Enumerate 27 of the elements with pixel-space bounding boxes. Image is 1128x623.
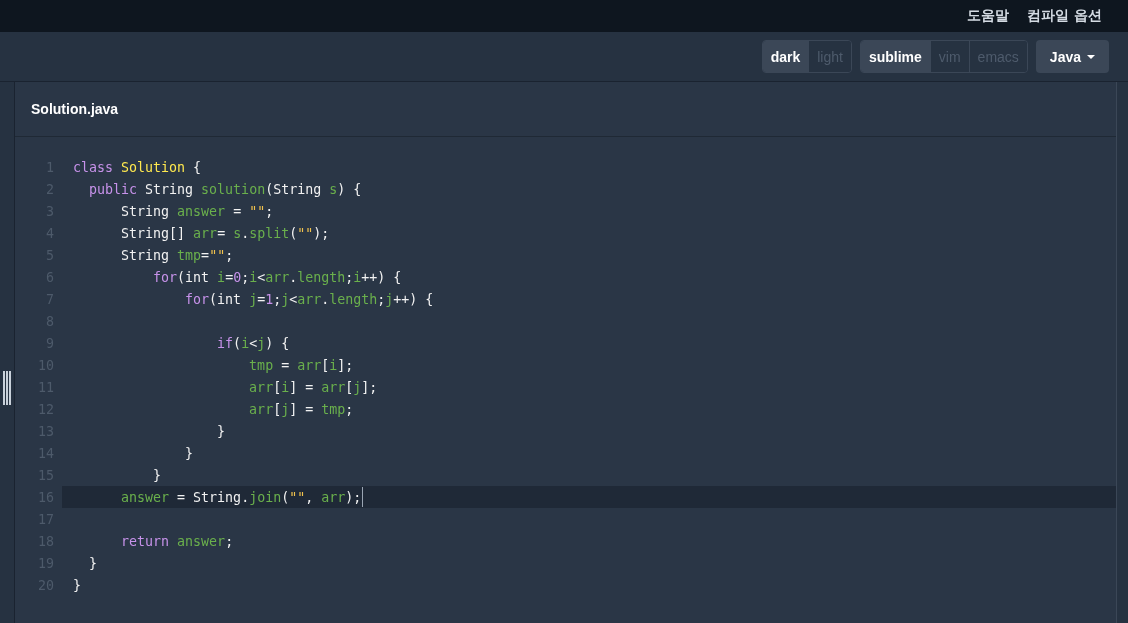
code-line: String answer = ""; — [120, 203, 274, 219]
caret-icon — [1087, 54, 1095, 59]
file-tab[interactable]: Solution.java — [31, 101, 119, 117]
code-line: String[] arr= s.split(""); — [120, 225, 330, 241]
code-line: arr[i] = arr[j]; — [248, 379, 378, 395]
toggle-button[interactable]: sublime — [860, 41, 930, 72]
code-line: String tmp=""; — [120, 247, 234, 263]
code-line: } — [73, 577, 81, 593]
nav-link[interactable]: 도움말 — [967, 7, 1010, 25]
toggle-button[interactable]: dark — [762, 41, 809, 72]
code-line: } — [88, 555, 98, 571]
code-line: answer = String.join("", arr); — [120, 489, 362, 505]
code-line: } — [216, 423, 226, 439]
code-line: } — [152, 467, 162, 483]
text-cursor — [362, 487, 364, 507]
code-line: for(int j=1;j<arr.length;j++) { — [184, 291, 434, 307]
resize-handle[interactable] — [3, 370, 11, 405]
code-line: if(i<j) { — [216, 335, 290, 351]
code-line: tmp = arr[i]; — [248, 357, 354, 373]
code-line: public String solution(String s) { — [88, 181, 362, 197]
code-line: class Solution { — [73, 159, 202, 175]
code-line: return answer; — [120, 533, 234, 549]
code-line: } — [184, 445, 194, 461]
nav-link[interactable]: 컴파일 옵션 — [1027, 7, 1102, 25]
code-line: for(int i=0;i<arr.length;i++) { — [152, 269, 402, 285]
code-line: arr[j] = tmp; — [248, 401, 354, 417]
language-dropdown[interactable]: Java — [1035, 40, 1109, 73]
